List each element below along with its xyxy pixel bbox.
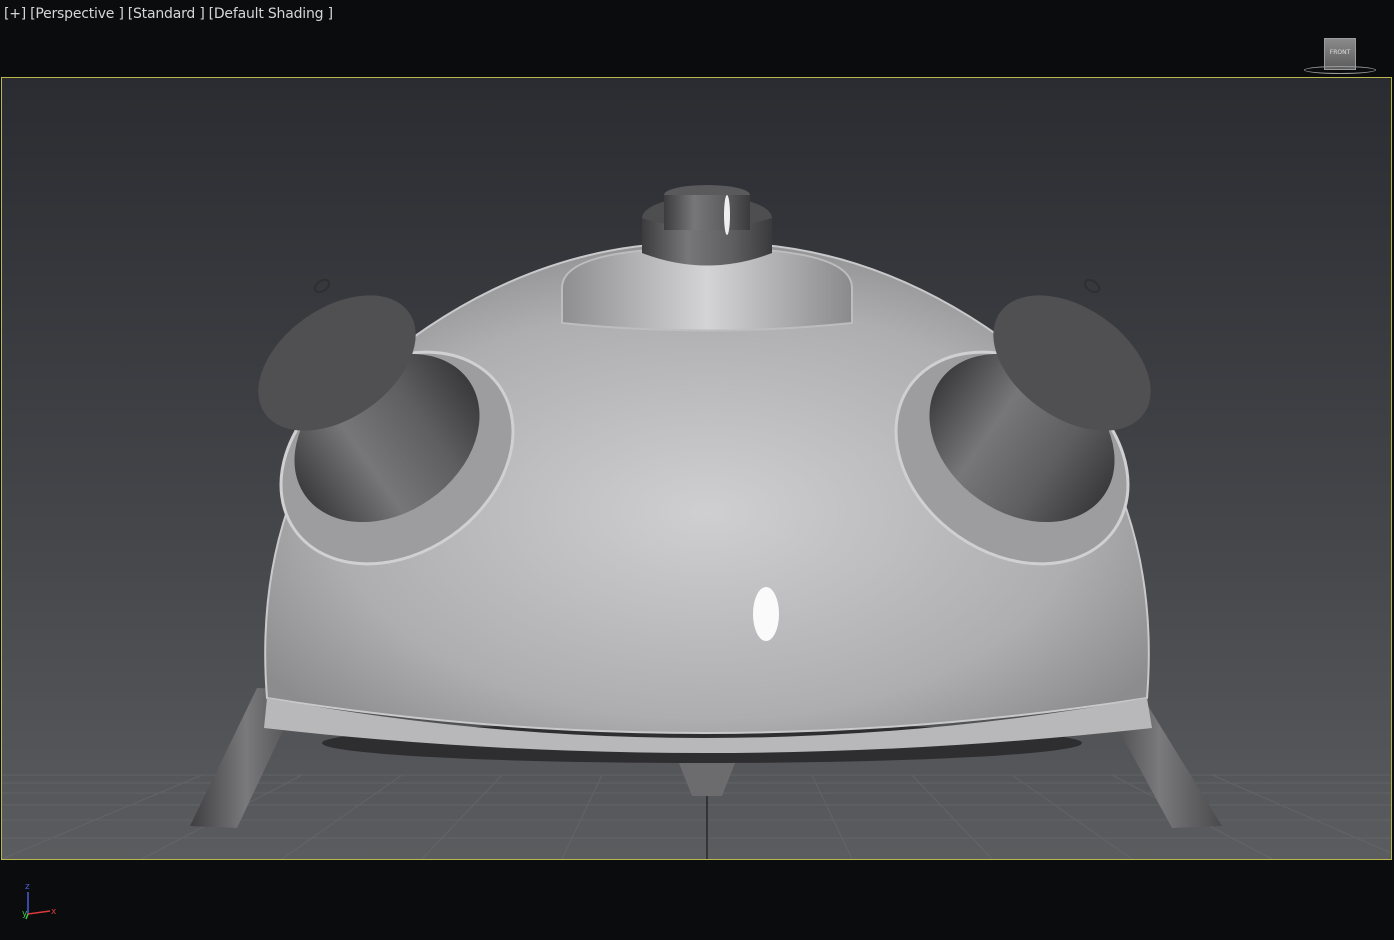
scene-render[interactable] <box>2 78 1391 859</box>
viewcube[interactable]: FRONT <box>1302 36 1378 76</box>
viewport-label-menu: [+] [Perspective ] [Standard ] [Default Sha… <box>4 6 337 22</box>
top-knob-side <box>664 195 750 230</box>
y-axis-label: y <box>22 909 28 919</box>
top-highlight <box>724 195 730 235</box>
body-specular-highlight <box>753 587 779 641</box>
z-axis-label: z <box>25 882 30 892</box>
x-axis-line <box>27 910 51 915</box>
viewport-shading-menu[interactable]: [Default Shading ] <box>209 6 333 22</box>
viewcube-compass-ring[interactable] <box>1304 66 1376 74</box>
axis-tripod-gizmo: z y x <box>20 878 64 922</box>
active-viewport-frame[interactable] <box>1 77 1392 860</box>
viewport-preset-menu[interactable]: [Standard ] <box>128 6 205 22</box>
x-axis-label: x <box>51 907 57 917</box>
viewport-pov-menu[interactable]: [Perspective ] <box>30 6 124 22</box>
viewport-window[interactable]: [+] [Perspective ] [Standard ] [Default Sha… <box>0 0 1394 940</box>
viewport-plus-menu[interactable]: [+] <box>4 6 26 22</box>
